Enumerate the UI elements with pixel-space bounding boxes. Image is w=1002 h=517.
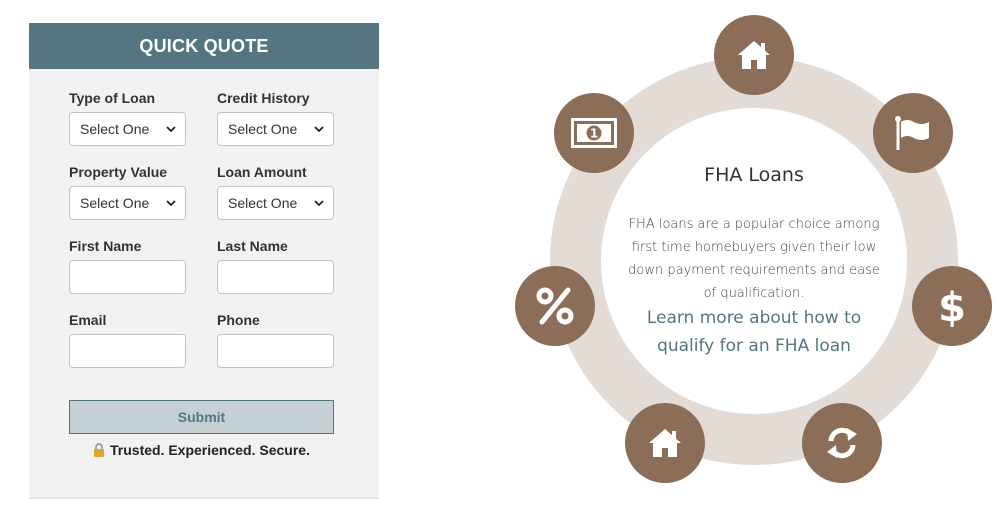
wheel-item-home-bottom[interactable] — [625, 403, 705, 483]
submit-button[interactable]: Submit — [69, 400, 334, 434]
home-icon — [649, 429, 681, 457]
credit-history-value: Select One — [228, 121, 298, 137]
home-icon — [738, 41, 770, 69]
type-of-loan-value: Select One — [80, 121, 150, 137]
type-of-loan-select[interactable]: Select One — [69, 112, 186, 146]
flag-icon — [895, 116, 929, 150]
wheel-item-flag[interactable] — [873, 93, 953, 173]
svg-text:$: $ — [938, 285, 966, 328]
chevron-down-icon — [166, 200, 176, 207]
quick-quote-panel: QUICK QUOTE Type of Loan Select One Cred… — [29, 23, 379, 499]
email-field: Email — [69, 312, 186, 368]
trust-line: Trusted. Experienced. Secure. — [29, 442, 374, 458]
loan-amount-select[interactable]: Select One — [217, 186, 334, 220]
first-name-label: First Name — [69, 238, 142, 254]
last-name-input[interactable] — [217, 260, 334, 294]
credit-history-field: Credit History Select One — [217, 90, 334, 146]
refresh-icon — [827, 427, 857, 459]
loan-amount-label: Loan Amount — [217, 164, 307, 180]
loan-amount-value: Select One — [228, 195, 298, 211]
phone-input[interactable] — [217, 334, 334, 368]
wheel-item-percent[interactable] — [515, 266, 595, 346]
type-of-loan-label: Type of Loan — [69, 90, 156, 106]
fha-title: FHA Loans — [704, 164, 804, 186]
percent-icon — [536, 287, 574, 325]
quick-quote-title: QUICK QUOTE — [29, 23, 379, 69]
trust-text: Trusted. Experienced. Secure. — [110, 442, 310, 458]
property-value-select[interactable]: Select One — [69, 186, 186, 220]
svg-text:1: 1 — [590, 127, 598, 141]
loan-amount-field: Loan Amount Select One — [217, 164, 334, 220]
last-name-label: Last Name — [217, 238, 288, 254]
property-value-label: Property Value — [69, 164, 168, 180]
email-label: Email — [69, 312, 107, 328]
credit-history-select[interactable]: Select One — [217, 112, 334, 146]
loan-types-wheel: FHA Loans FHA loans are a popular choice… — [510, 10, 1002, 510]
wheel-item-dollar[interactable]: $ — [912, 266, 992, 346]
money-bill-icon: 1 — [571, 118, 617, 148]
wheel-item-money[interactable]: 1 — [554, 93, 634, 173]
fha-description: FHA loans are a popular choice among fir… — [628, 217, 880, 301]
property-value-value: Select One — [80, 195, 150, 211]
phone-field: Phone — [217, 312, 334, 368]
chevron-down-icon — [166, 126, 176, 133]
fha-learn-more-link[interactable]: Learn more about how to qualify for an F… — [631, 304, 877, 360]
email-input[interactable] — [69, 334, 186, 368]
last-name-field: Last Name — [217, 238, 334, 294]
phone-label: Phone — [217, 312, 260, 328]
type-of-loan-field: Type of Loan Select One — [69, 90, 186, 146]
credit-history-label: Credit History — [217, 90, 310, 106]
chevron-down-icon — [314, 200, 324, 207]
first-name-input[interactable] — [69, 260, 186, 294]
wheel-item-refresh[interactable] — [802, 403, 882, 483]
property-value-field: Property Value Select One — [69, 164, 186, 220]
lock-icon — [94, 443, 104, 457]
chevron-down-icon — [314, 126, 324, 133]
first-name-field: First Name — [69, 238, 186, 294]
dollar-icon: $ — [938, 285, 966, 328]
wheel-item-home-top[interactable] — [714, 15, 794, 95]
